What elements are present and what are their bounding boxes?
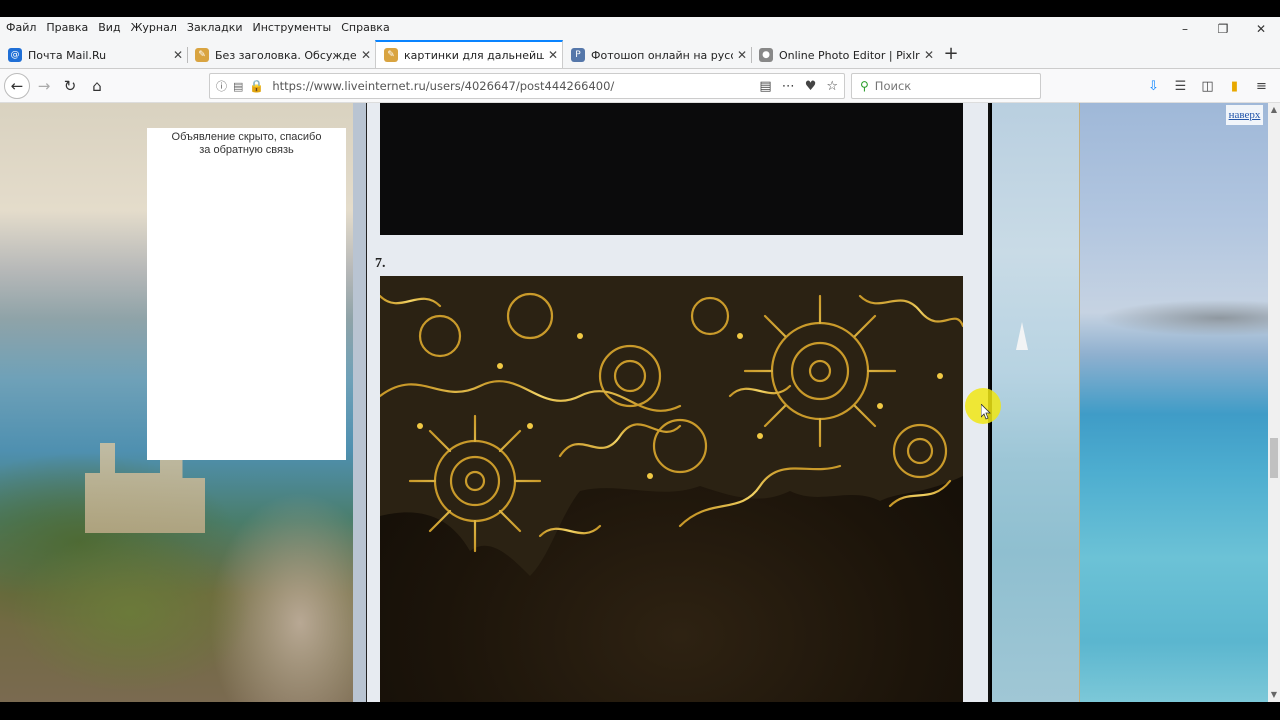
- close-tab-icon[interactable]: ✕: [733, 48, 751, 62]
- post-image-6[interactable]: [380, 103, 963, 235]
- vertical-scrollbar[interactable]: ▲ ▼: [1268, 103, 1280, 702]
- menu-tools[interactable]: Инструменты: [248, 21, 337, 34]
- sail-icon: [1016, 322, 1028, 350]
- pocket-icon[interactable]: ♥: [805, 79, 817, 94]
- post-image-7-gold-lace[interactable]: [380, 276, 963, 702]
- hidden-ad-box: Объявление скрыто, спасибо за обратную с…: [147, 128, 346, 460]
- background-painting-right: [1080, 103, 1268, 702]
- bookmark-star-icon[interactable]: ☆: [826, 79, 838, 94]
- tab-label: Почта Mail.Ru: [28, 48, 107, 62]
- downloads-icon[interactable]: ⇩: [1143, 74, 1164, 98]
- menu-bar: Файл Правка Вид Журнал Закладки Инструме…: [0, 17, 1280, 37]
- tab-discussion[interactable]: ✎ Без заголовка. Обсуждение н ✕: [187, 41, 375, 69]
- sidebar-icon[interactable]: ◫: [1197, 74, 1218, 98]
- gold-lace-pattern: [380, 276, 963, 576]
- tab-photoshop-online[interactable]: P Фотошоп онлайн на русском ✕: [563, 41, 752, 69]
- post-content: 7.: [367, 103, 990, 702]
- tab-label: Фотошоп онлайн на русском: [591, 48, 733, 62]
- url-text[interactable]: https://www.liveinternet.ru/users/402664…: [272, 79, 614, 93]
- menu-edit[interactable]: Правка: [41, 21, 93, 34]
- home-icon[interactable]: ⌂: [85, 74, 109, 98]
- globe-favicon-icon: ●: [759, 48, 773, 62]
- photoshop-favicon-icon: P: [571, 48, 585, 62]
- tab-label: Без заголовка. Обсуждение н: [215, 48, 357, 62]
- menu-bookmarks[interactable]: Закладки: [182, 21, 248, 34]
- ad-hidden-message: Объявление скрыто, спасибо за обратную с…: [171, 131, 322, 156]
- search-bar[interactable]: ⚲: [851, 73, 1041, 99]
- liveinternet-favicon-icon: ✎: [195, 48, 209, 62]
- tab-pixlr[interactable]: ● Online Photo Editor | Pixlr Edit ✕: [751, 41, 938, 69]
- url-bar[interactable]: ⓘ ▤ 🔒 https://www.liveinternet.ru/users/…: [209, 73, 845, 99]
- tab-pictures-active[interactable]: ✎ картинки для дальнейшего д ✕: [375, 40, 563, 68]
- tab-label: Online Photo Editor | Pixlr Edit: [779, 48, 920, 62]
- tab-mail[interactable]: @ Почта Mail.Ru ✕: [0, 41, 188, 69]
- scroll-up-arrow-icon[interactable]: ▲: [1268, 103, 1280, 117]
- taskbar-strip: [0, 702, 1280, 720]
- mail-favicon-icon: @: [8, 48, 22, 62]
- search-input[interactable]: [874, 79, 1025, 93]
- close-tab-icon[interactable]: ✕: [169, 48, 187, 62]
- page-border-left: [353, 103, 367, 702]
- close-tab-icon[interactable]: ✕: [920, 48, 938, 62]
- scrollbar-thumb[interactable]: [1270, 438, 1278, 478]
- reader-view-icon[interactable]: ▤: [759, 79, 771, 94]
- navigation-bar: ← → ↻ ⌂ ⓘ ▤ 🔒 https://www.liveinternet.r…: [0, 69, 1280, 103]
- scroll-down-arrow-icon[interactable]: ▼: [1268, 688, 1280, 702]
- new-tab-plus-icon[interactable]: +: [940, 44, 962, 66]
- info-icon[interactable]: ⓘ: [216, 78, 227, 94]
- library-icon[interactable]: ☰: [1170, 74, 1191, 98]
- back-arrow-icon[interactable]: ←: [4, 73, 30, 99]
- mouse-pointer-icon: [981, 404, 991, 420]
- url-actions: ▤ ⋯ ♥ ☆: [759, 74, 838, 98]
- image-number-label: 7.: [375, 256, 386, 271]
- liveinternet-favicon-icon: ✎: [384, 48, 398, 62]
- page-border-right: [992, 103, 1080, 702]
- menu-help[interactable]: Справка: [336, 21, 394, 34]
- lock-icon[interactable]: 🔒: [249, 79, 264, 93]
- permissions-icon[interactable]: ▤: [233, 80, 243, 93]
- toolbar-icons: ⇩ ☰ ◫ ▮ ≡: [1143, 74, 1272, 98]
- close-tab-icon[interactable]: ✕: [544, 48, 562, 62]
- reload-icon[interactable]: ↻: [58, 74, 82, 98]
- search-icon: ⚲: [860, 79, 869, 93]
- page-content: Объявление скрыто, спасибо за обратную с…: [0, 103, 1268, 702]
- menu-view[interactable]: Вид: [93, 21, 125, 34]
- tab-label: картинки для дальнейшего д: [404, 48, 544, 62]
- forward-arrow-icon[interactable]: →: [32, 74, 56, 98]
- browser-window: Файл Правка Вид Журнал Закладки Инструме…: [0, 0, 1280, 720]
- menu-history[interactable]: Журнал: [126, 21, 182, 34]
- menu-file[interactable]: Файл: [0, 21, 41, 34]
- close-tab-icon[interactable]: ✕: [357, 48, 375, 62]
- yandex-bookmark-icon[interactable]: ▮: [1224, 74, 1245, 98]
- scroll-to-top-link[interactable]: наверх: [1226, 105, 1263, 125]
- hamburger-menu-icon[interactable]: ≡: [1251, 74, 1272, 98]
- page-actions-icon[interactable]: ⋯: [782, 79, 795, 94]
